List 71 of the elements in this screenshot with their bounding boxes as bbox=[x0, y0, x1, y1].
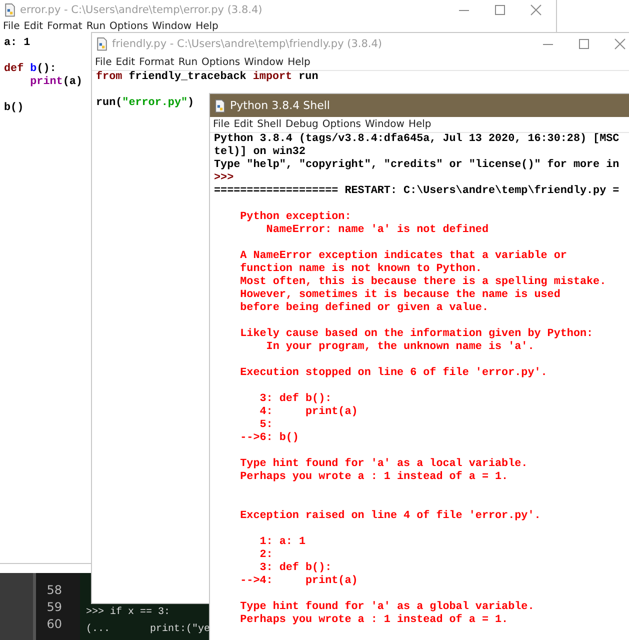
output-text: =================== RESTART: C:\Users\andre\temp\friendly.py = bbox=[214, 185, 620, 198]
close-icon[interactable] bbox=[530, 4, 542, 16]
menu-item[interactable]: Window bbox=[365, 119, 404, 130]
menu-item[interactable]: File bbox=[213, 119, 230, 130]
error-text: 4: print(a) bbox=[258, 406, 358, 419]
close-icon[interactable] bbox=[614, 38, 626, 50]
error-text: A NameError exception indicates that a variable or bbox=[239, 250, 567, 263]
error-text: NameError: name 'a' is not defined bbox=[265, 224, 488, 237]
error-text: Type hint found for 'a' as a local variable. bbox=[239, 458, 528, 471]
code-line: run("error.py") bbox=[96, 97, 194, 110]
error-text: In your program, the unknown name is 'a'. bbox=[265, 341, 534, 354]
document-icon bbox=[3, 2, 17, 16]
line-number: 58 bbox=[46, 582, 62, 599]
error-text: Perhaps you wrote a : 1 instead of a = 1. bbox=[239, 614, 508, 627]
code-line: (... print:("ye bbox=[86, 622, 210, 637]
error-text: 2: bbox=[258, 549, 273, 562]
window-title: Python 3.8.4 Shell bbox=[230, 99, 330, 112]
menu-item[interactable]: Help bbox=[408, 119, 432, 130]
error-text: function name is not known to Python. bbox=[239, 263, 482, 276]
window-title: friendly.py - C:\Users\andre\temp\friendly.py (3.8.4) bbox=[112, 38, 382, 50]
menu-item[interactable]: Run bbox=[86, 20, 106, 32]
code-line: def b(): bbox=[4, 63, 56, 76]
output-text: tel)] on win32 bbox=[214, 146, 306, 159]
error-text: Type hint found for 'a' as a global variable. bbox=[239, 601, 534, 614]
menu-item[interactable]: Format bbox=[139, 57, 174, 68]
error-text: -->4: print(a) bbox=[239, 575, 358, 588]
menu-item[interactable]: Run bbox=[178, 57, 198, 68]
menu-item[interactable]: Window bbox=[244, 57, 284, 68]
code-line: from friendly_traceback import run bbox=[96, 71, 318, 84]
code-line: a: 1 bbox=[4, 37, 30, 50]
output-text: Type "help", "copyright", "credits" or "license()" for more in bbox=[214, 159, 620, 172]
menu-item[interactable]: Window bbox=[152, 20, 192, 32]
error-text: 1: a: 1 bbox=[258, 536, 306, 549]
menu-item[interactable]: Shell bbox=[257, 119, 282, 130]
error-text: -->6: b() bbox=[239, 432, 299, 445]
shell-prompt: >>> bbox=[214, 172, 234, 185]
error-text: Likely cause based on the information given by Python: bbox=[239, 328, 594, 341]
menu-item[interactable]: File bbox=[95, 57, 112, 68]
error-text: Perhaps you wrote a : 1 instead of a = 1. bbox=[239, 471, 508, 484]
code-line: b() bbox=[4, 102, 24, 115]
error-text: 3: def b(): bbox=[258, 393, 332, 406]
menu-item[interactable]: Edit bbox=[116, 57, 136, 68]
error-text: before being defined or given a value. bbox=[239, 302, 488, 315]
error-text: However, sometimes it is because the name is used bbox=[239, 289, 560, 302]
maximize-icon[interactable] bbox=[578, 38, 590, 50]
code-line: >>> if x == 3: bbox=[86, 606, 170, 620]
menu-item[interactable]: Options bbox=[202, 57, 240, 68]
menu-item[interactable]: Edit bbox=[234, 119, 254, 130]
window-title: error.py - C:\Users\andre\temp\error.py (3.8.4) bbox=[20, 4, 262, 16]
side-panel bbox=[0, 573, 36, 640]
error-text: 3: def b(): bbox=[258, 562, 332, 575]
menu-item[interactable]: Edit bbox=[24, 20, 44, 32]
line-number: 59 bbox=[46, 599, 62, 616]
error-text: Python exception: bbox=[239, 211, 352, 224]
document-icon bbox=[213, 98, 227, 112]
menu-item[interactable]: File bbox=[3, 20, 20, 32]
maximize-icon[interactable] bbox=[494, 4, 506, 16]
menu-item[interactable]: Options bbox=[322, 119, 361, 130]
menu-item[interactable]: Format bbox=[47, 20, 82, 32]
error-text: Most often, this is because there is a spelling mistake. bbox=[239, 276, 606, 289]
document-icon bbox=[95, 37, 109, 51]
menu-item[interactable]: Options bbox=[110, 20, 148, 32]
error-text: Execution stopped on line 6 of file 'error.py'. bbox=[239, 367, 548, 380]
line-number: 60 bbox=[46, 616, 62, 633]
menu-item[interactable]: Help bbox=[196, 20, 218, 32]
menu-item[interactable]: Help bbox=[288, 57, 310, 68]
menu-item[interactable]: Debug bbox=[286, 119, 318, 130]
output-text: Python 3.8.4 (tags/v3.8.4:dfa645a, Jul 13 2020, 16:30:28) [MSC bbox=[214, 133, 620, 146]
error-text: 5: bbox=[258, 419, 273, 432]
error-text: Exception raised on line 4 of file 'error.py'. bbox=[239, 510, 541, 523]
code-line: print(a) bbox=[29, 76, 82, 89]
